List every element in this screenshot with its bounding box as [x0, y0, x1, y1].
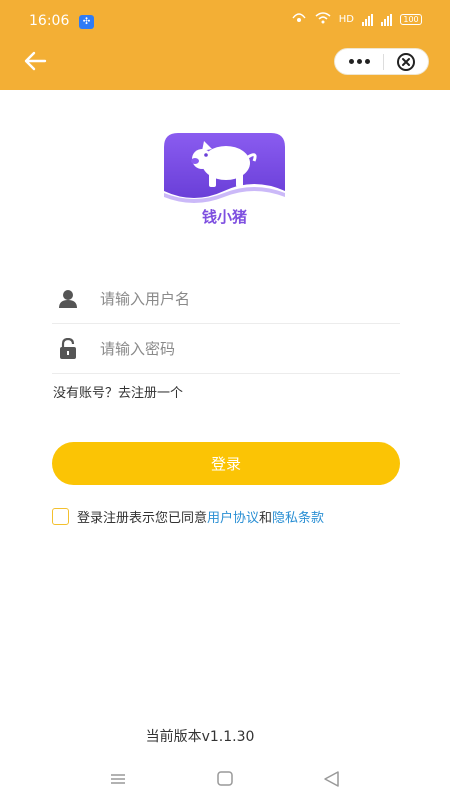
menu-nav-button[interactable]	[106, 768, 130, 790]
battery-icon: 100	[400, 14, 422, 25]
version-text: 当前版本v1.1.30	[145, 729, 255, 745]
lock-icon	[57, 337, 79, 360]
close-button[interactable]	[384, 49, 428, 74]
more-button[interactable]	[335, 49, 383, 74]
menu-icon	[111, 774, 125, 784]
arrow-left-icon	[24, 51, 47, 71]
user-icon	[57, 288, 79, 310]
wifi-icon	[315, 12, 331, 27]
app-notification-icon: ✣	[79, 15, 94, 29]
home-nav-button[interactable]	[213, 768, 237, 790]
username-input[interactable]	[100, 284, 390, 314]
more-dots-icon	[348, 59, 370, 64]
password-field	[52, 324, 400, 374]
user-agreement-link[interactable]: 用户协议	[207, 507, 259, 526]
signal-icon	[362, 13, 373, 26]
login-button[interactable]: 登录	[52, 442, 400, 485]
agreement-prefix: 登录注册表示您已同意	[77, 511, 208, 526]
signal-icon-2	[381, 13, 392, 26]
status-bar: 16:06 ✣ HD 100	[0, 0, 450, 40]
username-field	[52, 274, 400, 324]
agreement-checkbox[interactable]	[52, 508, 69, 525]
password-input[interactable]	[100, 334, 390, 364]
network-type: HD	[338, 14, 354, 25]
nfc-icon	[291, 12, 307, 27]
password-underline	[52, 373, 400, 374]
back-button[interactable]	[22, 49, 48, 73]
back-triangle-icon	[324, 771, 339, 787]
agreement-row: 登录注册表示您已同意 用户协议 和 隐私条款	[52, 507, 324, 526]
app-name: 钱小猪	[201, 208, 247, 226]
back-nav-button[interactable]	[320, 768, 344, 790]
privacy-policy-link[interactable]: 隐私条款	[272, 507, 324, 526]
top-app-bar: 16:06 ✣ HD 100	[0, 0, 450, 90]
register-link[interactable]: 没有账号？去注册一个	[53, 382, 183, 401]
status-indicators: HD 100	[291, 12, 422, 27]
agreement-conjunction: 和	[259, 511, 273, 526]
system-nav-bar	[0, 760, 450, 800]
home-square-icon	[217, 771, 233, 786]
status-time: 16:06	[29, 13, 70, 29]
mini-program-capsule	[334, 48, 429, 75]
close-circle-icon	[397, 52, 415, 71]
